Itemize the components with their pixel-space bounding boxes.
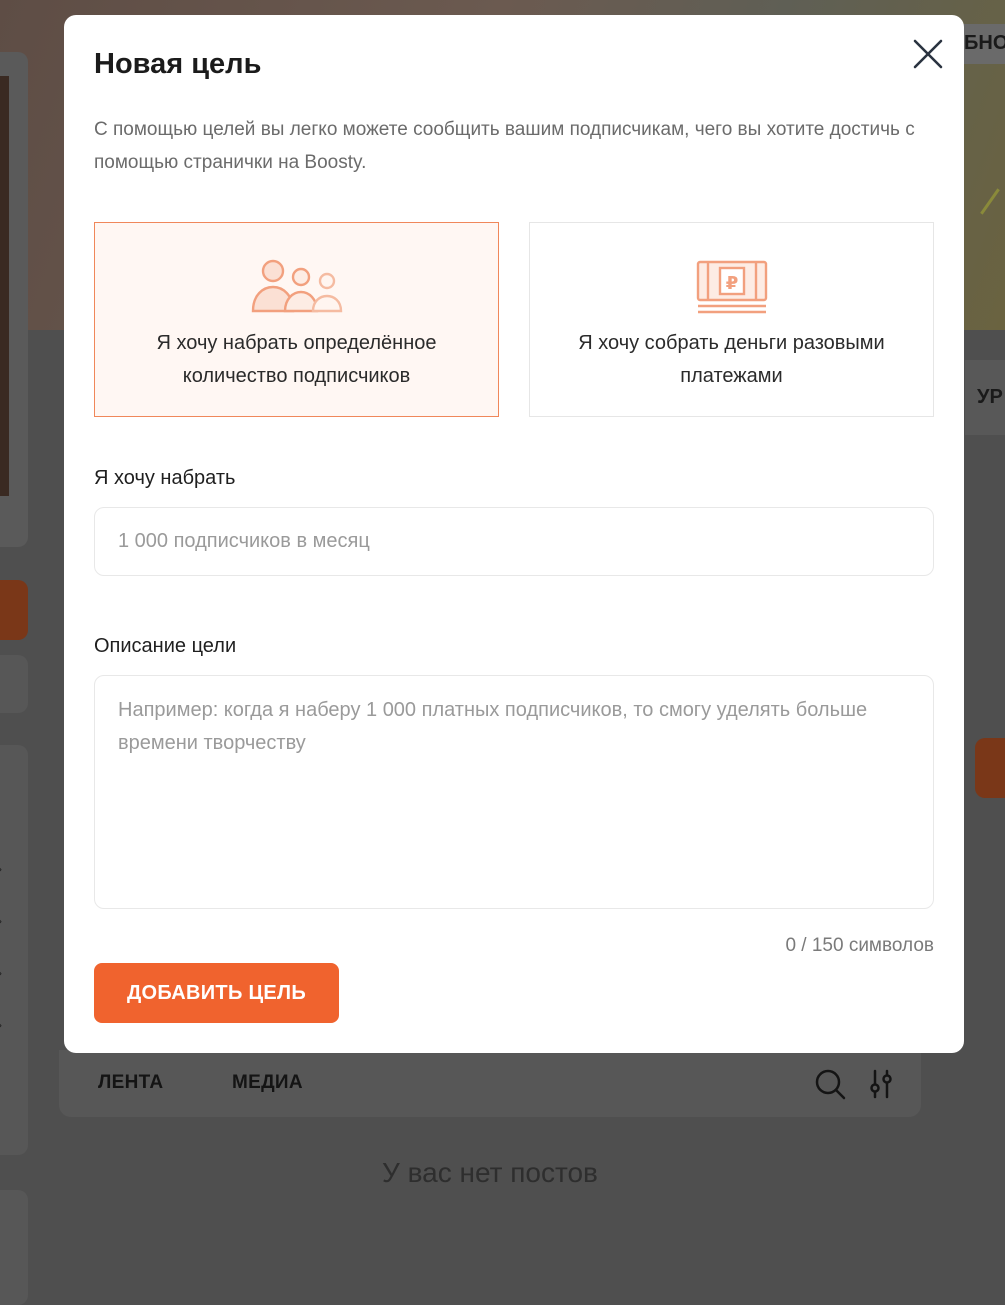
search-icon[interactable] [814,1068,846,1105]
description-field-label: Описание цели [94,635,237,657]
goal-type-subscribers-option[interactable]: Я хочу набрать определённое количество п… [94,222,499,417]
new-goal-modal: Новая цель С помощью целей вы легко може… [64,15,964,1053]
add-goal-button[interactable]: ДОБАВИТЬ ЦЕЛЬ [94,963,339,1023]
goal-type-payments-option[interactable]: ₽ Я хочу собрать деньги разовыми платежа… [529,222,934,417]
modal-title: Новая цель [94,48,262,80]
chevron-right-icon: › [0,862,2,876]
right-levels-card: УР [965,360,1005,435]
char-counter: 0 / 150 символов [785,935,934,956]
modal-description: С помощью целей вы легко можете сообщить… [94,119,915,173]
money-ruble-icon: ₽ [530,259,933,315]
tab-feed[interactable]: ЛЕНТА [98,1072,163,1094]
target-count-input[interactable] [94,507,934,576]
option-label: Я хочу собрать деньги разовыми платежами [578,332,885,387]
tab-media[interactable]: МЕДИА [232,1072,303,1094]
chevron-right-icon: › [0,914,2,928]
right-action-button[interactable] [975,738,1005,798]
feed-tabs-bar [59,1050,921,1117]
left-action-button[interactable] [0,580,28,640]
subscribers-icon [95,259,498,313]
close-icon [913,39,943,69]
empty-feed-message: У вас нет постов [382,1157,598,1188]
left-sidebar-menu [0,745,28,1155]
left-sidebar-block [0,655,28,713]
avatar-photo [0,76,9,496]
close-button[interactable] [907,33,949,75]
goal-description-textarea[interactable] [94,675,934,909]
target-field-label: Я хочу набрать [94,467,236,489]
svg-text:₽: ₽ [725,273,738,294]
left-sidebar-block-bottom [0,1190,28,1305]
top-right-tab[interactable]: БНО [962,24,1005,64]
filter-icon[interactable] [868,1068,894,1105]
chevron-right-icon: › [0,1018,2,1032]
chevron-right-icon: › [0,966,2,980]
option-label: Я хочу набрать определённое количество п… [156,332,437,387]
